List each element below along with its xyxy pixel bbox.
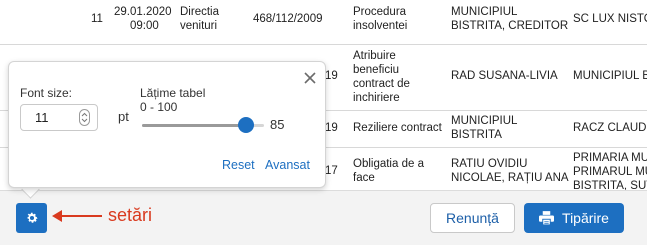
row-party: MUNICIPIUL: [451, 6, 518, 18]
row-time: 09:00: [130, 20, 159, 32]
font-size-input[interactable]: 11: [20, 104, 98, 131]
row-party: MUNICIPIUL B: [573, 70, 647, 82]
printer-icon: [539, 211, 555, 225]
cancel-button[interactable]: Renunță: [430, 203, 515, 233]
row-party: PRIMARIA MU: [573, 152, 647, 164]
font-size-value: 11: [35, 110, 49, 125]
table-width-range: 0 - 100: [140, 100, 178, 114]
row-department: venituri: [180, 20, 218, 32]
close-icon[interactable]: [302, 70, 318, 86]
row-object: contract de: [353, 78, 410, 90]
settings-button[interactable]: [16, 203, 47, 233]
print-button-label: Tipărire: [562, 210, 609, 226]
row-number: 11: [91, 13, 103, 25]
row-object: face: [353, 172, 375, 184]
row-reference: 17: [325, 165, 338, 177]
row-reference: 468/112/2009: [253, 13, 323, 25]
table-row: 11 29.01.2020 09:00 Directia venituri 46…: [0, 0, 647, 45]
row-object: Obligatia de a: [353, 158, 424, 170]
chevron-up-down-icon: [81, 112, 88, 123]
arrow-left-icon: [52, 210, 102, 222]
print-button[interactable]: Tipărire: [524, 203, 624, 233]
font-size-stepper[interactable]: [79, 109, 90, 126]
advanced-link[interactable]: Avansat: [265, 158, 310, 172]
row-party: MUNICIPIUL: [451, 115, 518, 127]
row-reference: 19: [325, 122, 338, 134]
row-object: insolventei: [353, 20, 408, 32]
row-object: Atribuire: [353, 50, 396, 62]
row-party: BISTRITA: [451, 129, 502, 141]
reset-link[interactable]: Reset: [222, 158, 255, 172]
font-size-label: Font size:: [20, 86, 73, 100]
table-width-slider[interactable]: [142, 117, 264, 133]
row-date: 29.01.2020: [114, 6, 172, 18]
row-object: Reziliere contract: [353, 122, 442, 134]
slider-thumb[interactable]: [237, 117, 254, 133]
row-object: beneficiu: [353, 64, 400, 76]
cancel-button-label: Renunță: [446, 210, 499, 226]
row-object: inchiriere: [353, 92, 400, 104]
row-object: Procedura: [353, 6, 407, 18]
row-party: BISTRITA, CREDITOR: [451, 20, 569, 32]
slider-fill: [142, 124, 246, 127]
row-party: SC LUX NISTO: [573, 13, 647, 25]
row-party: NICOLAE, RAȚIU ANA: [451, 172, 569, 184]
row-party: BISTRITA, SUT: [573, 180, 647, 190]
row-party: RATIU OVIDIU: [451, 158, 528, 170]
row-department: Directia: [180, 6, 219, 18]
font-size-unit: pt: [118, 109, 129, 124]
row-party: PRIMARUL MU: [573, 166, 647, 178]
settings-annotation: setări: [108, 205, 153, 225]
table-width-value: 85: [270, 117, 285, 132]
gear-icon: [27, 212, 37, 223]
row-reference: 19: [325, 70, 338, 82]
row-party: RACZ CLAUDIA: [573, 122, 647, 134]
table-width-label: Lățime tabel: [140, 86, 206, 100]
row-party: RAD SUSANA-LIVIA: [451, 70, 558, 82]
